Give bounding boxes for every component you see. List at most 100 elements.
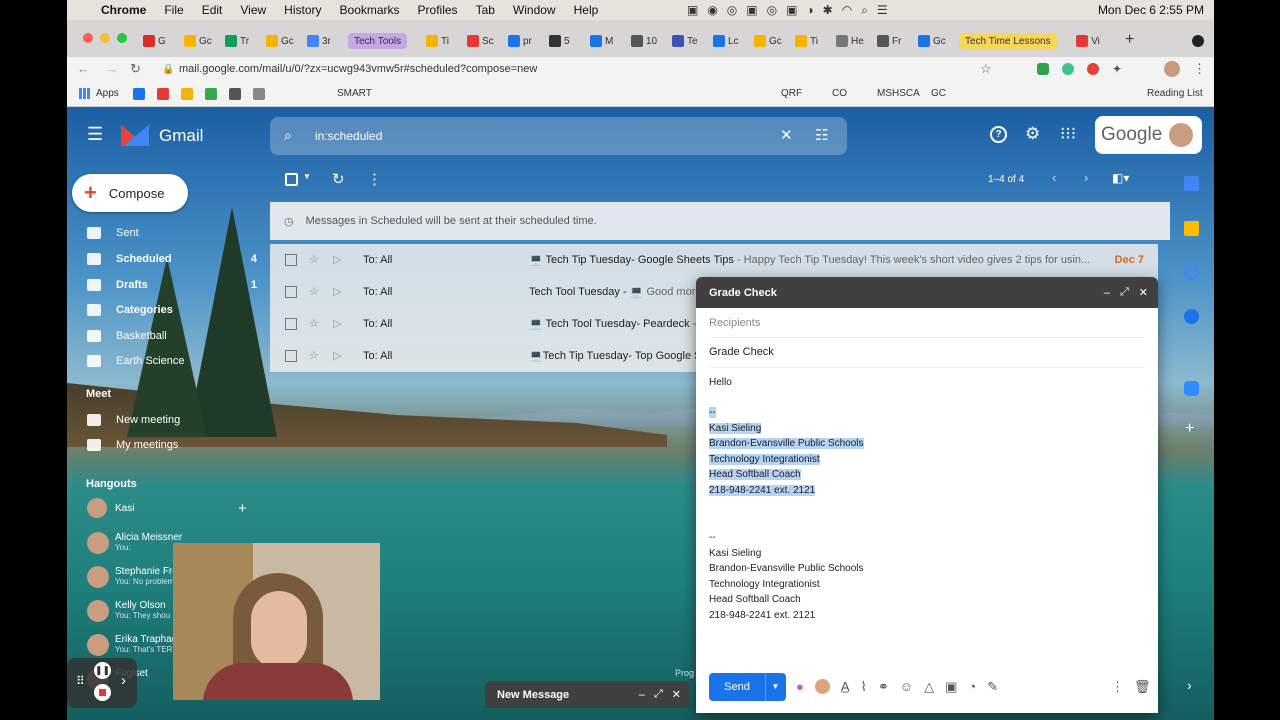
row-checkbox[interactable]: [285, 317, 297, 330]
add-contact-icon[interactable]: +: [238, 500, 247, 517]
stop-icon[interactable]: [94, 684, 111, 701]
expand-panel-icon[interactable]: ›: [1187, 677, 1192, 693]
calendar-icon[interactable]: [1184, 176, 1199, 191]
hangouts-contact[interactable]: Stephanie Fro You: No problem: [87, 566, 178, 588]
chrome-menu-icon[interactable]: ⋮: [1193, 61, 1206, 77]
more-options-icon[interactable]: ⋮: [367, 170, 382, 188]
main-menu-icon[interactable]: ☰: [87, 124, 103, 145]
compose-button[interactable]: + Compose: [72, 174, 188, 212]
bitmoji-icon[interactable]: [814, 679, 830, 694]
account-box[interactable]: Google: [1095, 116, 1202, 154]
message-row[interactable]: ☆ ▷ To: All 💻 Tech Tip Tuesday- Google Shee…: [270, 244, 1158, 276]
nav-item-scheduled[interactable]: Scheduled 4: [87, 247, 257, 271]
new-meeting-link[interactable]: New meeting: [87, 408, 257, 432]
drive-icon[interactable]: △: [924, 679, 934, 695]
browser-tab[interactable]: Gc: [184, 29, 212, 53]
browser-tab[interactable]: Gc: [754, 29, 782, 53]
browser-tab[interactable]: pr: [508, 29, 532, 53]
bookmark-co[interactable]: CO: [832, 88, 847, 99]
browser-tab[interactable]: Vi: [1076, 29, 1100, 53]
split-pane-icon[interactable]: ◧▾: [1112, 171, 1129, 185]
account-avatar[interactable]: [1169, 123, 1194, 147]
browser-tab[interactable]: Lc: [713, 29, 739, 53]
minimize-icon[interactable]: –: [639, 689, 645, 701]
photo-icon[interactable]: ▣: [945, 679, 957, 695]
menu-profiles[interactable]: Profiles: [418, 3, 458, 17]
browser-tab[interactable]: Tech Time Lessons: [959, 33, 1057, 49]
important-icon[interactable]: ▷: [333, 285, 347, 298]
subject-field[interactable]: Grade Check: [709, 346, 774, 358]
link-icon[interactable]: ⚭: [878, 679, 889, 695]
menu-history[interactable]: History: [284, 3, 321, 17]
bookmark-qrf[interactable]: QRF: [781, 88, 802, 99]
browser-tab[interactable]: Gc: [266, 29, 294, 53]
extensions-puzzle-icon[interactable]: ✦: [1112, 62, 1122, 76]
clear-search-icon[interactable]: ✕: [780, 126, 793, 144]
select-dropdown-icon[interactable]: ▼: [303, 172, 311, 181]
search-icon[interactable]: ⌕: [284, 127, 292, 144]
star-icon[interactable]: ☆: [309, 253, 323, 266]
menu-app-name[interactable]: Chrome: [101, 3, 146, 17]
tab-search-icon[interactable]: [1192, 35, 1204, 47]
nav-item-basketball[interactable]: Basketball: [87, 324, 257, 348]
browser-tab[interactable]: 5: [549, 29, 570, 53]
refresh-icon[interactable]: ↻: [332, 170, 345, 188]
browser-tab[interactable]: Fr: [877, 29, 901, 53]
row-checkbox[interactable]: [285, 285, 297, 298]
minimize-window-icon[interactable]: [100, 33, 110, 43]
browser-tab[interactable]: Te: [672, 29, 698, 53]
hangouts-contact[interactable]: Alicia Meissner You:: [87, 532, 182, 554]
bookmark-favicon-icon[interactable]: [205, 88, 217, 100]
reading-list[interactable]: Reading List: [1147, 88, 1203, 99]
confidential-icon[interactable]: ◔: [968, 679, 976, 695]
extension-red-icon[interactable]: [1087, 63, 1099, 75]
drag-handle-icon[interactable]: ⠿: [76, 674, 85, 688]
extension-circle-icon[interactable]: [1062, 63, 1074, 75]
gmail-brand[interactable]: Gmail: [159, 126, 203, 146]
browser-tab[interactable]: 10: [631, 29, 657, 53]
profile-avatar[interactable]: [1164, 61, 1180, 77]
browser-tab[interactable]: He: [836, 29, 864, 53]
recipients-field[interactable]: Recipients: [709, 317, 760, 329]
hangouts-contact[interactable]: Kelly Olson You: They shou: [87, 600, 170, 622]
maximize-window-icon[interactable]: [117, 33, 127, 43]
menu-window[interactable]: Window: [513, 3, 556, 17]
help-icon[interactable]: ?: [990, 126, 1007, 143]
search-options-icon[interactable]: ☷: [815, 126, 828, 144]
important-icon[interactable]: ▷: [333, 253, 347, 266]
new-tab-icon[interactable]: +: [1125, 31, 1134, 49]
star-icon[interactable]: ☆: [309, 285, 323, 298]
menu-edit[interactable]: Edit: [202, 3, 223, 17]
compose-header[interactable]: Grade Check – ⤢ ✕: [696, 277, 1158, 308]
prev-page-icon[interactable]: ‹: [1052, 170, 1056, 185]
keep-icon[interactable]: [1184, 221, 1199, 236]
url-input[interactable]: mail.google.com/mail/u/0/?zx=ucwg943vmw5…: [179, 63, 537, 75]
nav-item-drafts[interactable]: Drafts 1: [87, 273, 257, 297]
nav-item-earth-science[interactable]: Earth Science: [87, 349, 257, 373]
format-text-icon[interactable]: A̲: [841, 679, 850, 695]
google-apps-icon[interactable]: ⁝⁝⁝: [1060, 124, 1076, 144]
body-greeting[interactable]: Hello: [709, 377, 732, 388]
nav-item-sent[interactable]: Sent: [87, 221, 257, 245]
expand-recorder-icon[interactable]: ›: [121, 672, 126, 689]
signature-icon[interactable]: ✎: [987, 679, 998, 695]
close-window-icon[interactable]: [83, 33, 93, 43]
extension-icon[interactable]: ●: [796, 679, 804, 695]
bookmark-star-icon[interactable]: ☆: [980, 61, 992, 77]
browser-tab[interactable]: M: [590, 29, 613, 53]
hangouts-contact[interactable]: Erika Traphag You: That's TER: [87, 634, 177, 656]
row-checkbox[interactable]: [285, 349, 297, 362]
browser-tab[interactable]: Sc: [467, 29, 494, 53]
select-all-checkbox[interactable]: [285, 173, 298, 186]
important-icon[interactable]: ▷: [333, 349, 347, 362]
get-addons-icon[interactable]: +: [1185, 420, 1194, 438]
back-icon[interactable]: ←: [77, 61, 90, 76]
browser-tab[interactable]: G: [143, 29, 166, 53]
tasks-icon[interactable]: [1184, 265, 1199, 280]
bookmark-gc[interactable]: GC: [931, 88, 946, 99]
bookmark-favicon-icon[interactable]: [253, 88, 265, 100]
close-icon[interactable]: ✕: [1139, 286, 1148, 299]
more-options-icon[interactable]: ⋮: [1111, 679, 1124, 695]
apps-grid-icon[interactable]: [79, 88, 90, 99]
extension-shield-icon[interactable]: [1037, 63, 1049, 75]
